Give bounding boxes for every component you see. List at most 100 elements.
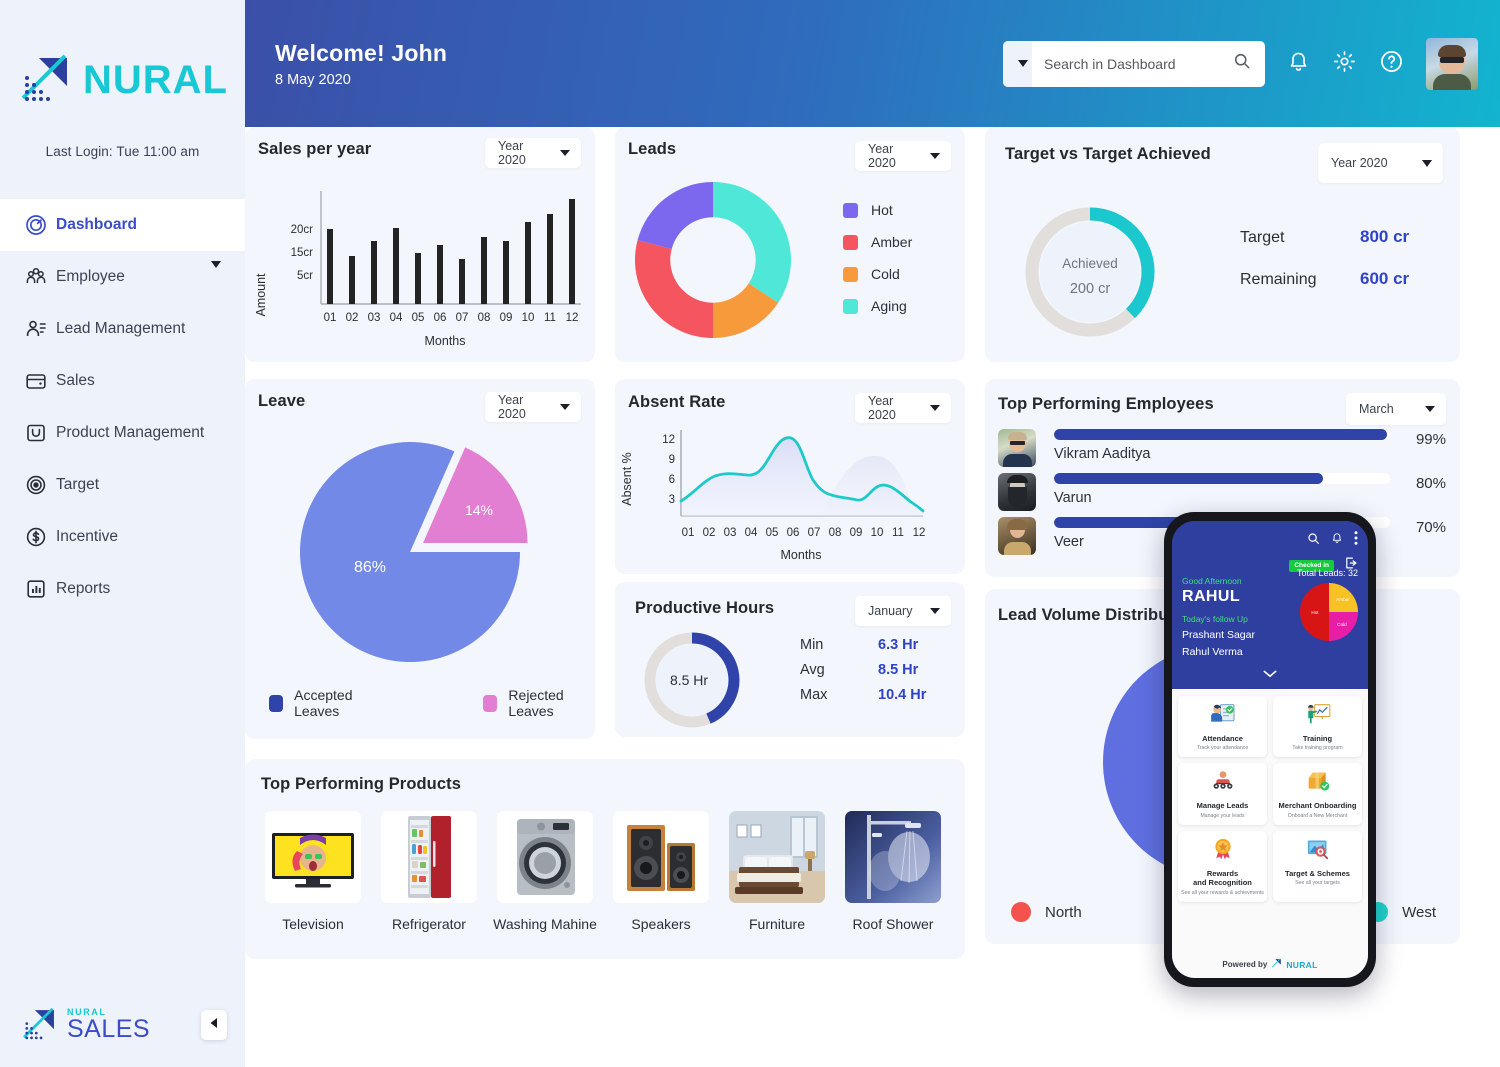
- y-tick-5cr: 5cr: [297, 270, 313, 282]
- dropdown-value: Year 2020: [498, 393, 526, 421]
- legend-swatch: [843, 202, 858, 218]
- card-target-vs-achieved: Target vs Target Achieved Year 2020 Achi…: [985, 127, 1460, 362]
- more-menu-icon[interactable]: [1354, 531, 1358, 550]
- y-tick-15cr: 15cr: [291, 247, 314, 259]
- chevron-down-icon[interactable]: [201, 261, 221, 286]
- product-item[interactable]: Washing Mahine: [493, 811, 597, 932]
- sidebar-item-sales[interactable]: Sales: [0, 355, 245, 407]
- avg-label: Avg: [800, 662, 825, 678]
- sidebar-footer: NURAL SALES: [0, 983, 245, 1067]
- legend-label: Accepted Leaves: [294, 687, 353, 719]
- phone-expand-button[interactable]: [1182, 658, 1358, 689]
- sidebar-item-reports[interactable]: Reports: [0, 563, 245, 615]
- nural-small-logo-icon: [1271, 958, 1282, 971]
- phone-app-grid: Attendance Track your attendance Trainin…: [1172, 689, 1368, 954]
- svg-text:04: 04: [745, 527, 758, 539]
- avatar-body: [1433, 73, 1471, 90]
- max-row: Max 10.4 Hr: [800, 687, 940, 703]
- x-axis-title: Months: [425, 334, 466, 348]
- slice-label-rejected: 14%: [465, 502, 493, 518]
- tile-title: Target & Schemes: [1285, 868, 1350, 878]
- gauge-inner: [1040, 222, 1140, 322]
- leads-year-dropdown[interactable]: Year 2020: [855, 141, 951, 171]
- y-axis-title: Absent %: [620, 452, 634, 506]
- user-avatar[interactable]: [1426, 37, 1478, 90]
- tile-title: Merchant Onboarding: [1278, 801, 1357, 811]
- sidebar-item-target[interactable]: Target: [0, 459, 245, 511]
- tile-subtitle: See all your targets: [1295, 880, 1340, 887]
- svg-text:07: 07: [456, 312, 469, 324]
- sidebar-item-dashboard[interactable]: Dashboard: [0, 199, 245, 251]
- settings-button[interactable]: [1332, 49, 1357, 79]
- y-axis-title: Amount: [254, 273, 268, 317]
- notifications-button[interactable]: [1287, 49, 1310, 79]
- help-button[interactable]: [1379, 49, 1404, 79]
- phone-tile-training[interactable]: Training Take training program: [1273, 696, 1362, 758]
- legend-swatch: [483, 694, 498, 712]
- people-icon: [16, 265, 56, 289]
- employee-row[interactable]: Varun 80%: [998, 473, 1446, 511]
- phone-tile-target-schemes[interactable]: Target & Schemes See all your targets: [1273, 830, 1362, 902]
- product-name: Speakers: [631, 916, 691, 932]
- dashboard-app: NURAL Last Login: Tue 11:00 am Dashboard: [0, 0, 1500, 1067]
- remaining-value: 600 cr: [1360, 269, 1410, 288]
- sidebar-item-employee[interactable]: Employee: [0, 251, 245, 303]
- legend-label: West: [1402, 903, 1436, 921]
- phone-tile-rewards[interactable]: Rewards and Recognition See all your rew…: [1178, 830, 1267, 902]
- dropdown-value: January: [868, 604, 913, 618]
- tile-subtitle: Onboard a New Merchant: [1287, 812, 1348, 819]
- phone-lead-name[interactable]: Rahul Verma: [1182, 646, 1358, 658]
- brand-logo[interactable]: NURAL: [0, 0, 245, 108]
- employees-month-dropdown[interactable]: March: [1346, 393, 1446, 425]
- employee-avatar: [998, 517, 1036, 555]
- remaining-label: Remaining: [1240, 271, 1317, 288]
- svg-text:08: 08: [478, 312, 491, 324]
- sidebar-item-label: Reports: [56, 580, 111, 597]
- sidebar-collapse-button[interactable]: [201, 1010, 227, 1040]
- search-icon[interactable]: [1307, 532, 1320, 550]
- legend-item-amber: Amber: [843, 234, 912, 250]
- legend-item-hot: Hot: [843, 202, 912, 218]
- nural-sales-logo-icon: [20, 1006, 58, 1044]
- avatar-sunglasses: [1440, 56, 1464, 63]
- tile-title: Training: [1302, 734, 1333, 743]
- svg-text:12: 12: [913, 527, 926, 539]
- phone-tile-merchant-onboarding[interactable]: Merchant Onboarding Onboard a New Mercha…: [1273, 763, 1362, 825]
- sidebar-item-incentive[interactable]: Incentive: [0, 511, 245, 563]
- phone-tile-manage-leads[interactable]: Manage Leads Manage your leads: [1178, 763, 1267, 825]
- legend-label: Amber: [871, 234, 913, 250]
- product-name: Television: [282, 916, 344, 932]
- chevron-down-icon: [1017, 60, 1028, 67]
- min-row: Min 6.3 Hr: [800, 637, 940, 653]
- tile-title: Attendance: [1202, 734, 1243, 743]
- powered-by-brand: NURAL: [1286, 959, 1318, 970]
- phone-tile-attendance[interactable]: Attendance Track your attendance: [1178, 696, 1267, 758]
- employee-name: Vikram Aaditya: [1054, 446, 1151, 462]
- product-item[interactable]: Roof Shower: [843, 811, 943, 932]
- product-item[interactable]: Furniture: [727, 811, 827, 932]
- productive-month-dropdown[interactable]: January: [855, 596, 951, 626]
- bell-icon[interactable]: [1331, 531, 1343, 550]
- productive-stats: Min 6.3 Hr Avg 8.5 Hr Max 10.4 Hr: [800, 637, 940, 703]
- sales-year-dropdown[interactable]: Year 2020: [485, 138, 581, 168]
- sidebar-item-lead-management[interactable]: Lead Management: [0, 303, 245, 355]
- leave-year-dropdown[interactable]: Year 2020: [485, 392, 581, 422]
- progress-fill: [1054, 473, 1323, 484]
- product-item[interactable]: Television: [263, 811, 363, 932]
- leave-legend: Accepted Leaves Rejected Leaves: [269, 687, 595, 719]
- product-item[interactable]: Refrigerator: [379, 811, 479, 932]
- card-title: Top Performing Employees: [998, 395, 1214, 413]
- chevron-down-icon: [1422, 159, 1432, 167]
- sidebar-item-product-management[interactable]: Product Management: [0, 407, 245, 459]
- employee-row[interactable]: Vikram Aaditya 99%: [998, 429, 1446, 467]
- product-item[interactable]: Speakers: [611, 811, 711, 932]
- absent-year-dropdown[interactable]: Year 2020: [855, 393, 951, 423]
- search-scope-dropdown[interactable]: [1003, 40, 1032, 87]
- search-button[interactable]: [1233, 52, 1265, 75]
- legend-label: Hot: [871, 202, 893, 218]
- card-top-performing-products: Top Performing Products Television Refri…: [245, 759, 965, 959]
- search-input[interactable]: [1032, 55, 1233, 72]
- target-year-dropdown[interactable]: Year 2020: [1318, 143, 1443, 183]
- employee-percentage: 70%: [1415, 519, 1446, 536]
- attendance-icon: [1210, 704, 1236, 729]
